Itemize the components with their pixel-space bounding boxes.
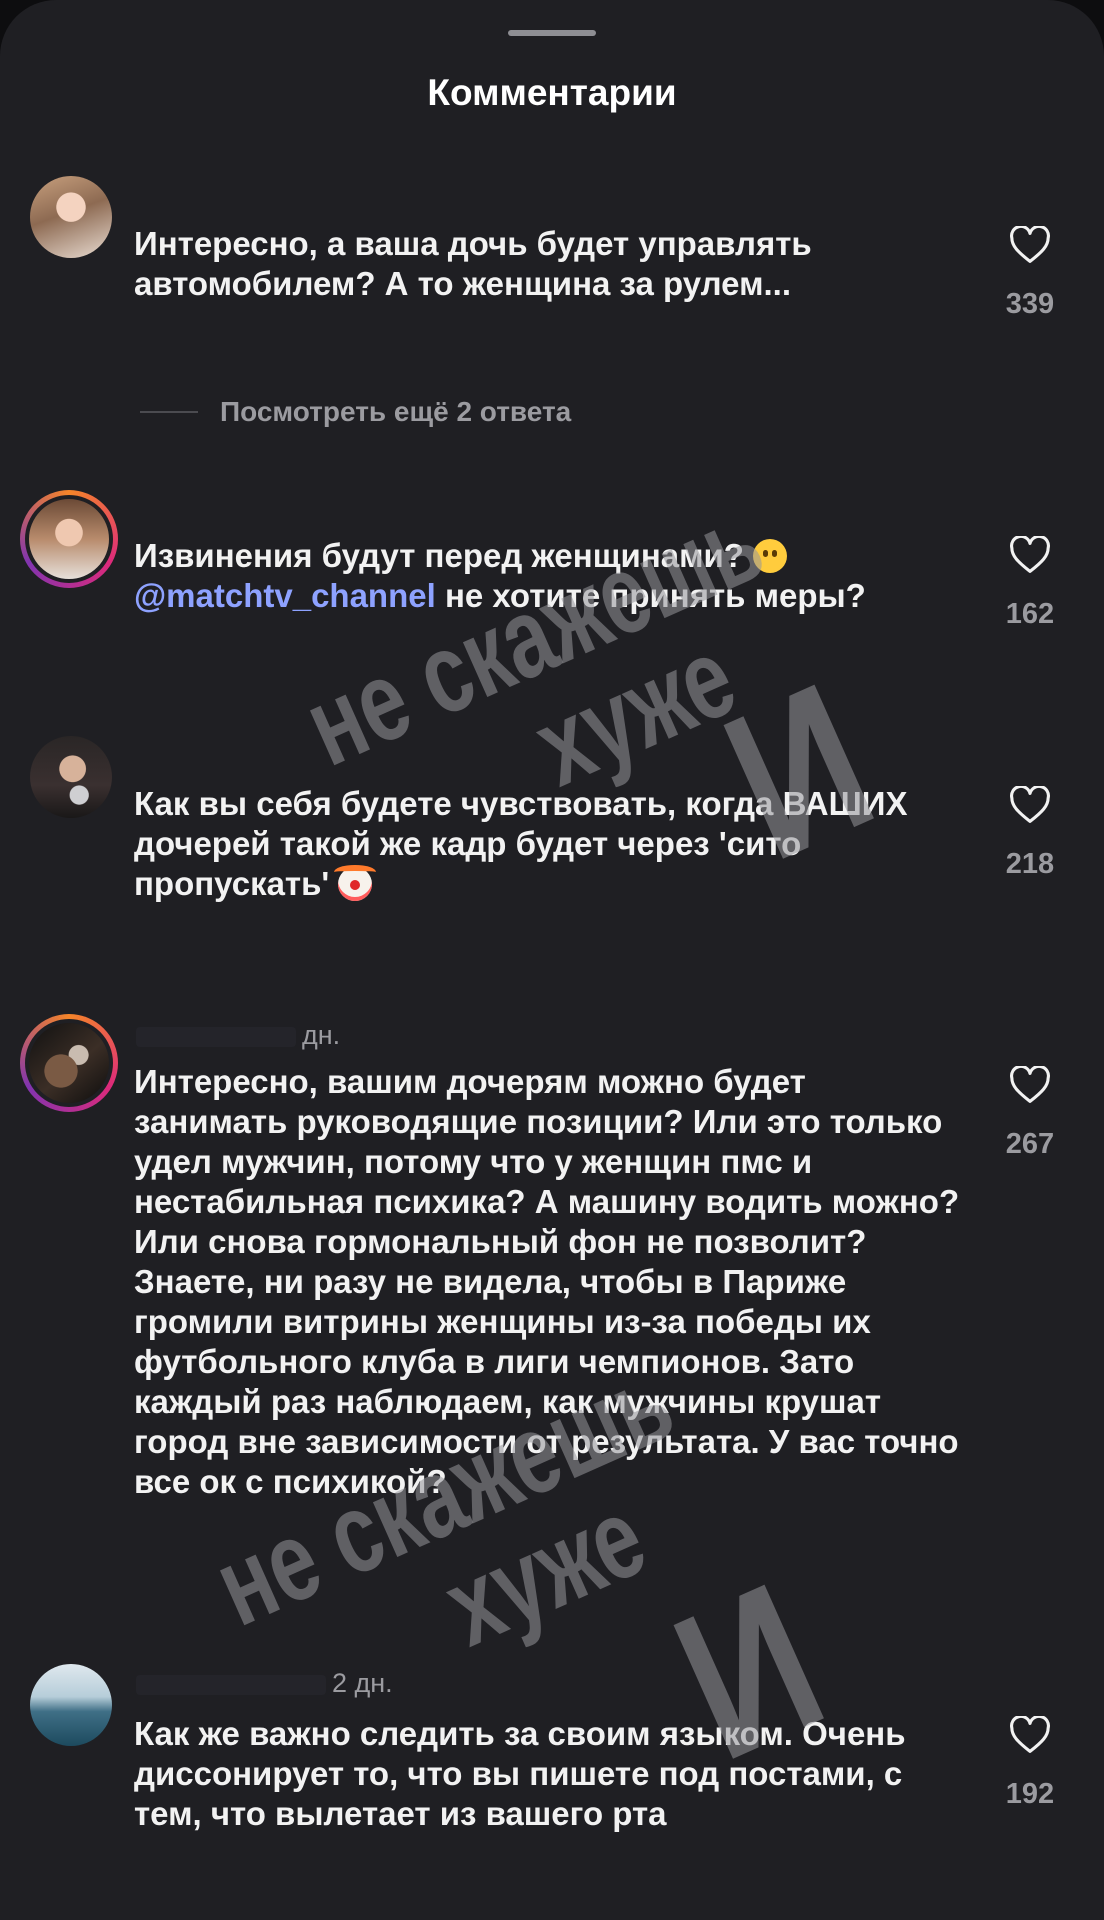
heart-icon[interactable] — [1009, 536, 1051, 574]
avatar[interactable] — [30, 736, 112, 818]
comments-sheet: Комментарии Интересно, а ваша дочь будет… — [0, 0, 1104, 1920]
avatar[interactable] — [30, 176, 112, 258]
comment-text: Извинения будут перед женщинами? @matcht… — [134, 536, 964, 616]
watermark-text: не скажешь — [287, 477, 781, 790]
heart-icon[interactable] — [1009, 786, 1051, 824]
avatar[interactable] — [20, 490, 118, 588]
username-redacted — [136, 1026, 296, 1047]
like-count: 267 — [1005, 1128, 1055, 1160]
comment-meta: 2 дн. — [136, 1668, 393, 1699]
like-count: 192 — [1005, 1778, 1055, 1810]
drag-handle[interactable] — [508, 30, 596, 36]
view-more-replies[interactable]: Посмотреть ещё 2 ответа — [140, 396, 571, 428]
heart-icon[interactable] — [1009, 1066, 1051, 1104]
comment-text-part: не хотите принять меры? — [435, 577, 866, 614]
heart-icon[interactable] — [1009, 1716, 1051, 1754]
comment-meta: дн. — [136, 1020, 340, 1051]
comment-text-part: Извинения будут перед женщинами? — [134, 537, 744, 574]
like-button[interactable]: 218 — [988, 786, 1072, 881]
watermark-text: хуже — [427, 1472, 663, 1670]
like-button[interactable]: 192 — [988, 1716, 1072, 1811]
sheet-title: Комментарии — [427, 72, 677, 113]
slightly-smiling-face-icon — [753, 539, 788, 573]
avatar[interactable] — [30, 1664, 112, 1746]
comment-time: дн. — [302, 1020, 341, 1050]
heart-icon[interactable] — [1009, 226, 1051, 264]
comment-text: Как же важно следить за своим языком. Оч… — [134, 1715, 906, 1832]
avatar[interactable] — [20, 1014, 118, 1112]
like-button[interactable]: 162 — [988, 536, 1072, 631]
like-count: 162 — [1005, 598, 1055, 630]
comment-time: 2 дн. — [332, 1668, 393, 1698]
reply-divider — [140, 411, 198, 413]
like-count: 339 — [1005, 288, 1055, 320]
comment-text-part: Как вы себя будете чувствовать, когда ВА… — [134, 785, 908, 902]
mention-link[interactable]: @matchtv_channel — [134, 577, 436, 614]
comment-text: Как вы себя будете чувствовать, когда ВА… — [134, 784, 964, 904]
username-redacted — [136, 1674, 326, 1695]
view-more-replies-label: Посмотреть ещё 2 ответа — [220, 396, 572, 427]
like-count: 218 — [1005, 848, 1055, 880]
comment-text: Интересно, вашим дочерям можно будет зан… — [134, 1063, 960, 1500]
clown-face-icon — [334, 865, 377, 901]
comment-text: Интересно, а ваша дочь будет управлять а… — [134, 225, 812, 302]
like-button[interactable]: 339 — [988, 226, 1072, 321]
watermark-text: хуже — [517, 612, 753, 810]
like-button[interactable]: 267 — [988, 1066, 1072, 1161]
